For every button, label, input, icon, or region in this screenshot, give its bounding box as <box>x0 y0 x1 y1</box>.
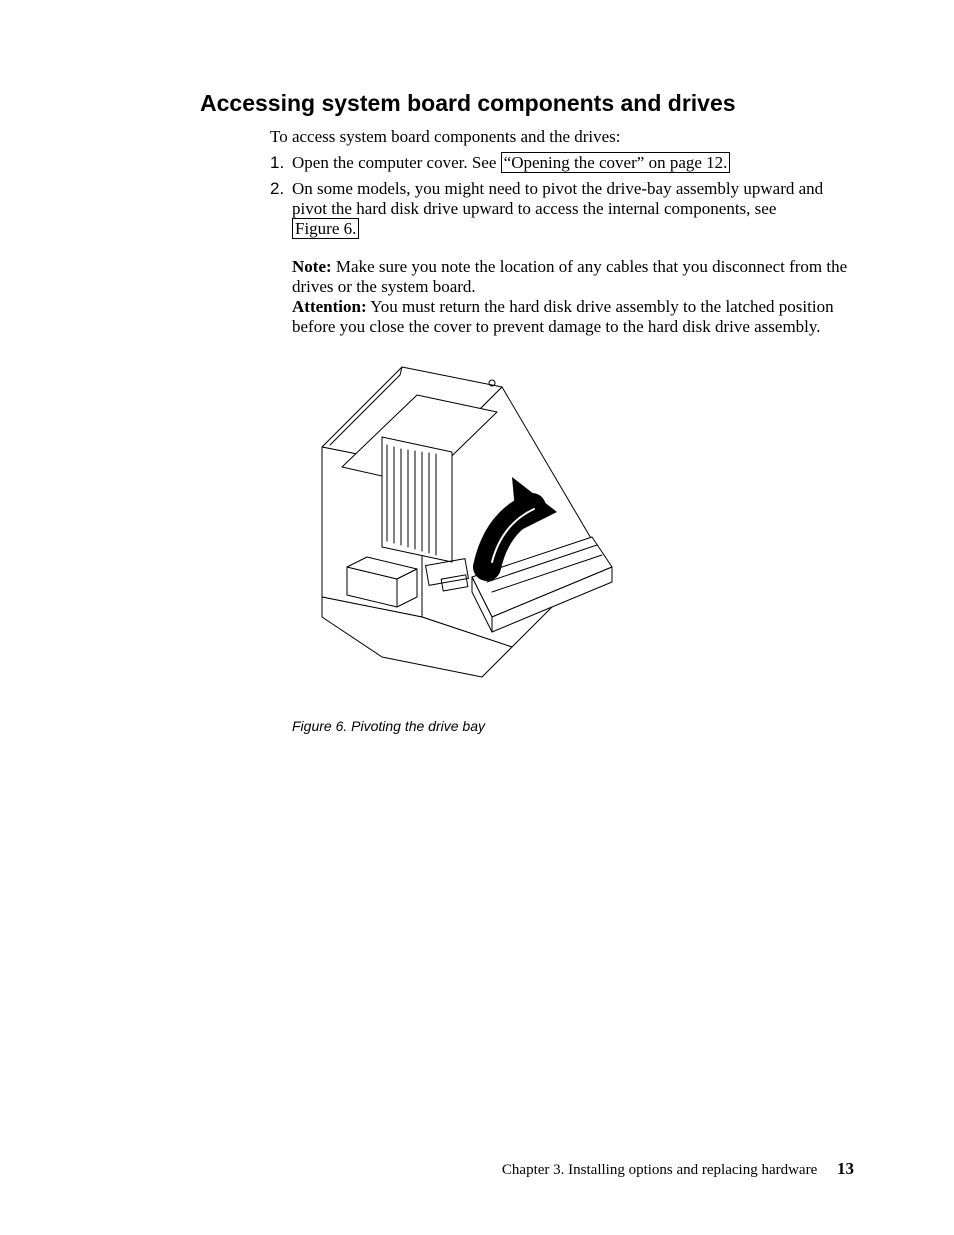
figure-block: Figure 6. Pivoting the drive bay <box>292 357 854 734</box>
list-item: 1. Open the computer cover. See “Opening… <box>270 153 854 173</box>
list-item: 2. On some models, you might need to piv… <box>270 179 854 337</box>
attention-label: Attention: <box>292 297 367 316</box>
figure-caption: Figure 6. Pivoting the drive bay <box>292 718 854 734</box>
footer-page-number: 13 <box>837 1159 854 1178</box>
attention-block: Attention: You must return the hard disk… <box>292 297 854 337</box>
page-footer: Chapter 3. Installing options and replac… <box>502 1159 854 1179</box>
list-item-text: Open the computer cover. See <box>292 153 501 172</box>
list-item-body: Open the computer cover. See “Opening th… <box>292 153 854 173</box>
attention-text: You must return the hard disk drive asse… <box>292 297 834 336</box>
note-text: Make sure you note the location of any c… <box>292 257 847 296</box>
list-item-number: 2. <box>270 179 292 337</box>
note-block: Note: Make sure you note the location of… <box>292 257 854 297</box>
document-page: Accessing system board components and dr… <box>0 0 954 1235</box>
cross-reference-link[interactable]: “Opening the cover” on page 12. <box>501 152 731 173</box>
section-heading: Accessing system board components and dr… <box>200 90 854 117</box>
figure-illustration <box>292 357 622 707</box>
list-item-number: 1. <box>270 153 292 173</box>
footer-chapter-text: Chapter 3. Installing options and replac… <box>502 1162 817 1178</box>
intro-text: To access system board components and th… <box>270 127 854 147</box>
list-item-body: On some models, you might need to pivot … <box>292 179 854 337</box>
cross-reference-link[interactable]: Figure 6. <box>292 218 359 239</box>
ordered-list: 1. Open the computer cover. See “Opening… <box>270 153 854 337</box>
list-item-text: On some models, you might need to pivot … <box>292 179 823 218</box>
note-label: Note: <box>292 257 332 276</box>
